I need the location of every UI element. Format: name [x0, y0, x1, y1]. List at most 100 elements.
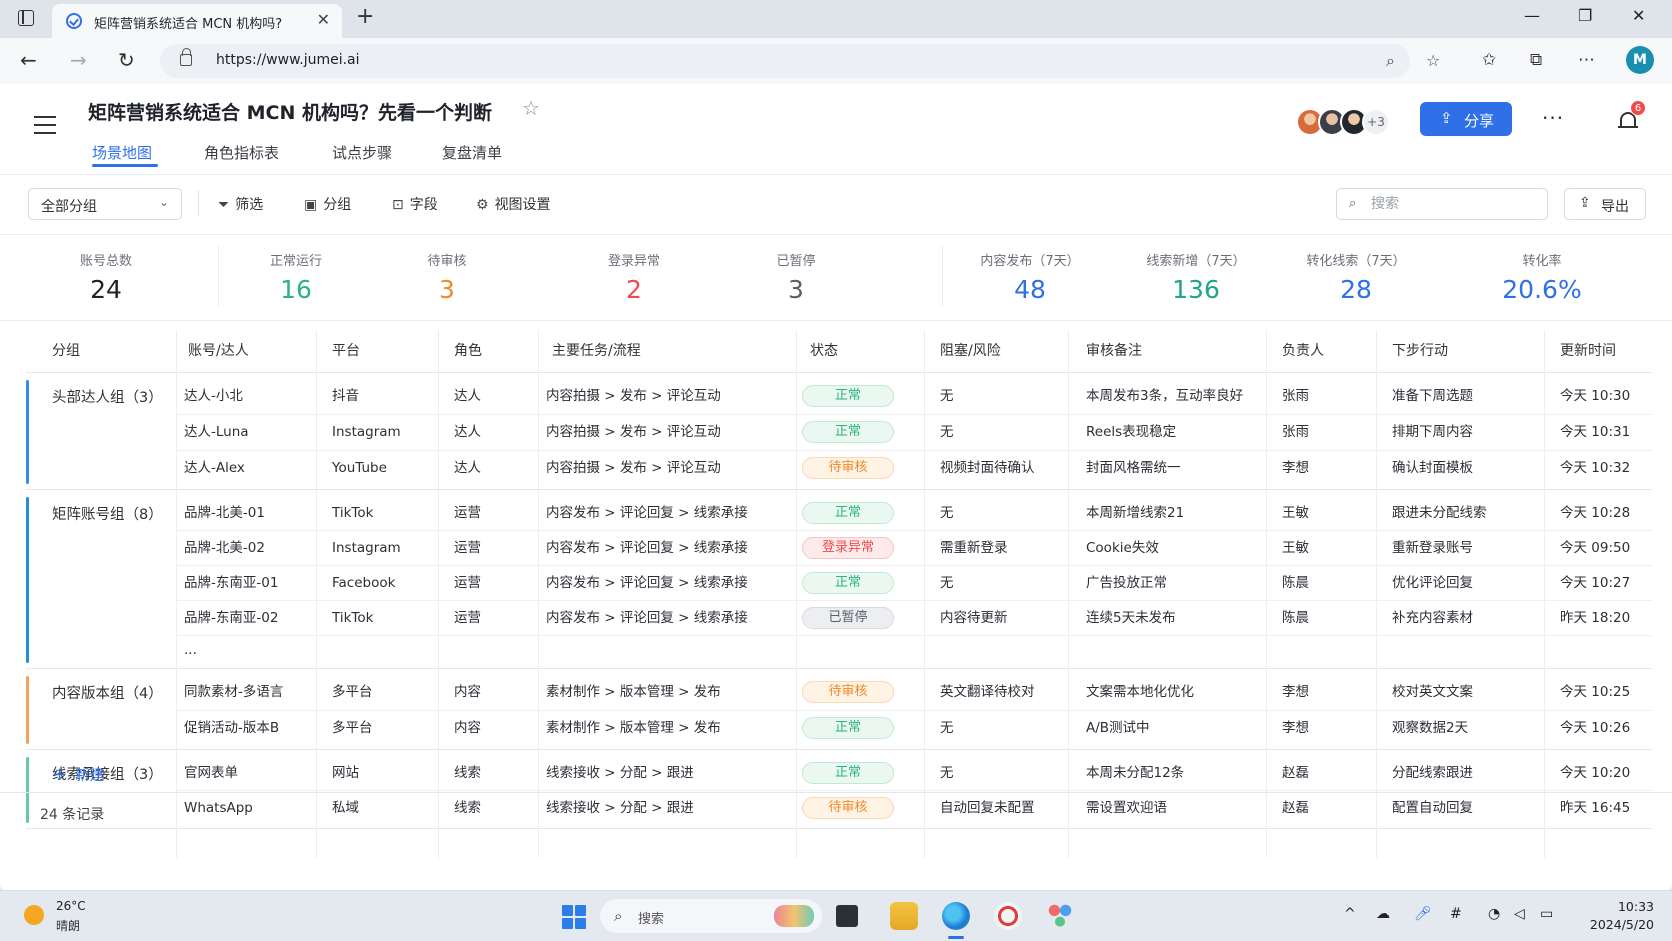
url-text[interactable]: https://www.jumei.ai [216, 52, 360, 68]
more-options-icon[interactable]: ··· [1542, 106, 1564, 130]
notifications-bell-icon[interactable]: 6 [1618, 100, 1646, 130]
table-cell-owner: 陈晨 [1282, 609, 1309, 626]
column-header[interactable]: 负责人 [1282, 330, 1324, 372]
close-tab-icon[interactable]: ✕ [317, 10, 330, 29]
profile-avatar[interactable]: M [1626, 46, 1654, 74]
table-cell-owner: 王敏 [1282, 539, 1309, 556]
group-filter-select[interactable]: 全部分组 ⌄ [28, 188, 182, 220]
view-settings-label: 视图设置 [494, 197, 551, 213]
menu-icon[interactable] [34, 116, 56, 134]
weather-temperature[interactable]: 26°C [56, 899, 86, 913]
column-header[interactable]: 审核备注 [1086, 330, 1142, 372]
search-box[interactable]: ⌕ [1336, 188, 1548, 220]
fields-button[interactable]: ⊡ 字段 [392, 194, 438, 214]
table-cell-account[interactable]: WhatsApp [184, 798, 253, 818]
file-explorer-icon[interactable] [890, 902, 918, 930]
table-cell-account[interactable]: 品牌-东南亚-01 [184, 573, 278, 593]
group-color-bar [26, 676, 29, 744]
restore-icon[interactable]: ❐ [1578, 6, 1592, 25]
reload-icon[interactable]: ↻ [118, 48, 135, 72]
volume-icon[interactable]: ◁ [1514, 906, 1525, 922]
share-button[interactable]: ⇪ 分享 [1420, 102, 1512, 136]
favorites-icon[interactable]: ✩ [1482, 50, 1496, 70]
table-cell-account[interactable]: 达人-小北 [184, 386, 243, 406]
status-badge: 已暂停 [802, 606, 894, 629]
column-header[interactable]: 下步行动 [1392, 330, 1448, 372]
search-input[interactable] [1371, 194, 1541, 214]
back-icon[interactable]: ← [20, 48, 37, 72]
new-tab-icon[interactable]: + [356, 4, 374, 29]
column-header[interactable]: 角色 [454, 330, 482, 372]
column-header[interactable]: 分组 [52, 330, 80, 372]
wifi-icon[interactable]: ◔ [1488, 906, 1500, 922]
tab-scene-map[interactable]: 场景地图 [92, 142, 152, 163]
group-label: 头部达人组（3） [52, 390, 163, 406]
table-cell-account[interactable]: 同款素材-多语言 [184, 682, 283, 702]
windows-start-icon[interactable] [562, 905, 586, 929]
battery-icon[interactable]: ▭ [1540, 906, 1553, 922]
lock-icon[interactable] [180, 48, 192, 66]
collaborators-more[interactable]: +3 [1362, 108, 1390, 136]
tray-cloud-icon[interactable]: ☁ [1376, 906, 1390, 922]
tray-chevron-icon[interactable]: ^ [1344, 906, 1356, 922]
sun-icon[interactable] [24, 905, 44, 925]
table-cell-account[interactable]: 促销活动-版本B [184, 718, 279, 738]
new-record-button[interactable]: + 新建 [52, 764, 104, 785]
group-divider [26, 668, 1652, 669]
taskbar-search-label: 搜索 [638, 912, 665, 927]
column-header[interactable]: 阻塞/风险 [940, 330, 1001, 372]
table-cell-account[interactable]: 品牌-东南亚-02 [184, 608, 278, 628]
view-settings-button[interactable]: ⚙ 视图设置 [476, 194, 551, 214]
app-icon-red[interactable] [994, 902, 1022, 930]
table-cell-account[interactable]: ... [184, 640, 197, 660]
close-window-icon[interactable]: ✕ [1632, 6, 1645, 25]
filter-button[interactable]: ⏷ 筛选 [218, 194, 263, 214]
table-cell-account[interactable]: 品牌-北美-01 [184, 503, 265, 523]
browser-tab[interactable]: 矩阵营销系统适合 MCN 机构吗? ✕ [52, 4, 342, 38]
collections-icon[interactable]: ⧉ [1530, 50, 1542, 70]
minimize-icon[interactable]: — [1524, 6, 1540, 25]
weather-description[interactable]: 晴朗 [56, 917, 80, 934]
tab-actions-icon[interactable] [18, 10, 34, 26]
fields-icon: ⊡ [392, 197, 404, 213]
table-cell-account[interactable]: 品牌-北美-02 [184, 538, 265, 558]
export-icon: ⇪ [1579, 195, 1591, 211]
table-cell-role: 内容 [454, 720, 481, 736]
column-divider [176, 330, 177, 858]
status-badge: 正常 [802, 385, 894, 407]
input-method-icon[interactable]: # [1450, 906, 1462, 922]
export-button[interactable]: ⇪ 导出 [1564, 188, 1646, 220]
site-favicon-icon [66, 13, 82, 29]
column-header[interactable]: 状态 [810, 330, 838, 372]
column-header[interactable]: 更新时间 [1560, 330, 1616, 372]
tab-role-metrics[interactable]: 角色指标表 [204, 142, 279, 163]
star-icon[interactable]: ☆ [522, 96, 540, 120]
column-divider [316, 330, 317, 858]
clock-date[interactable]: 2024/5/20 [1572, 917, 1654, 932]
forward-icon[interactable]: → [70, 48, 87, 72]
favorite-add-icon[interactable]: ☆ [1426, 51, 1440, 70]
settings-more-icon[interactable]: ⋯ [1578, 50, 1595, 70]
table-cell-note: 文案需本地化优化 [1086, 684, 1194, 700]
url-field[interactable]: https://www.jumei.ai ⌕ ☆ [160, 44, 1440, 78]
table-cell-account[interactable]: 达人-Luna [184, 422, 249, 442]
table-cell-account[interactable]: 官网表单 [184, 763, 238, 783]
stat-divider [218, 246, 219, 306]
clock-time[interactable]: 10:33 [1600, 899, 1654, 914]
column-header[interactable]: 账号/达人 [188, 330, 249, 372]
group-button[interactable]: ▣ 分组 [304, 194, 351, 214]
column-header[interactable]: 平台 [332, 330, 360, 372]
microphone-icon[interactable]: 🎤︎ [1414, 906, 1432, 922]
tab-review-checklist[interactable]: 复盘清单 [442, 142, 502, 163]
stat-value: 2 [626, 275, 642, 304]
task-view-icon[interactable] [836, 905, 858, 927]
zoom-icon[interactable]: ⌕ [1386, 51, 1395, 71]
tab-pilot-steps[interactable]: 试点步骤 [332, 142, 392, 163]
app-icon-color[interactable] [1046, 902, 1074, 930]
table-cell-account[interactable]: 达人-Alex [184, 458, 245, 478]
table-cell-time: 今天 10:20 [1560, 764, 1631, 781]
taskbar-search[interactable]: ⌕ 搜索 [600, 899, 822, 933]
group-color-bar [26, 757, 29, 823]
column-header[interactable]: 主要任务/流程 [552, 330, 641, 372]
edge-browser-icon[interactable] [942, 902, 970, 930]
